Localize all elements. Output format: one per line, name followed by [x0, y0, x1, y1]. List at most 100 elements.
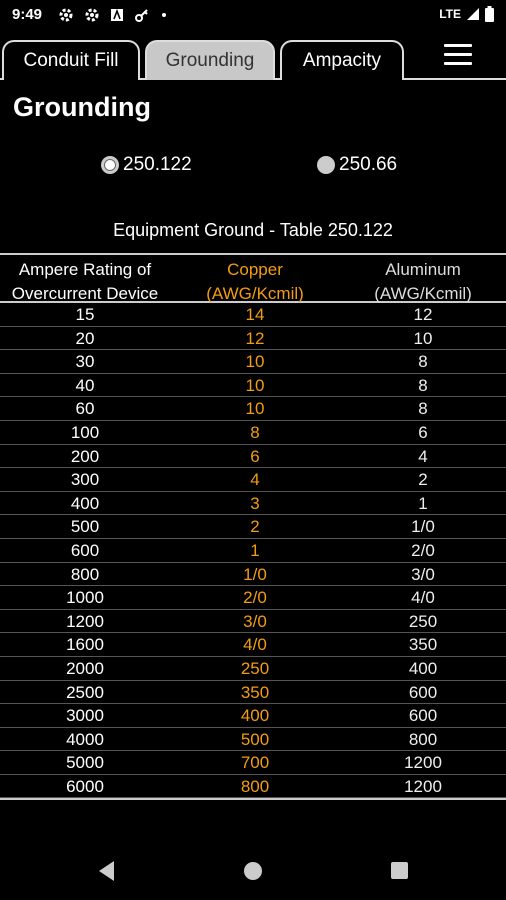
- aluminum-cell: 6: [418, 422, 428, 442]
- copper-cell: 4/0: [243, 635, 267, 655]
- home-icon[interactable]: [244, 862, 262, 880]
- radio-250-122[interactable]: 250.122: [101, 154, 192, 176]
- page-title: Grounding: [13, 92, 151, 122]
- aluminum-cell: 1200: [404, 776, 442, 796]
- copper-cell: 4: [250, 470, 260, 490]
- table-body: 15 14 12 20 12 10 30 10 8 40 10 8 60 10 8 100 8 6 200 6 4 300…: [0, 303, 506, 799]
- radio-label: 250.122: [123, 154, 192, 175]
- copper-cell: 2: [250, 517, 260, 537]
- column-header-aluminum: Aluminum (AWG/Kcmil): [374, 260, 472, 303]
- ampere-cell: 20: [75, 328, 95, 348]
- aluminum-cell: 250: [408, 611, 438, 631]
- aluminum-cell: 8: [418, 399, 428, 419]
- table-row: 15 14 12: [0, 303, 506, 327]
- table-title: Equipment Ground - Table 250.122: [113, 220, 393, 240]
- table-row: 1600 4/0 350: [0, 633, 506, 657]
- copper-cell: 14: [245, 305, 265, 324]
- aluminum-cell: 8: [418, 375, 428, 395]
- signal-icon: [467, 8, 479, 20]
- copper-cell: 8: [250, 422, 260, 442]
- ampere-cell: 30: [75, 352, 95, 372]
- notification-icons: [58, 7, 168, 23]
- copper-cell: 500: [240, 729, 270, 749]
- ampere-cell: 100: [70, 422, 100, 442]
- aluminum-cell: 800: [408, 729, 438, 749]
- ampere-cell: 800: [70, 564, 100, 584]
- copper-cell: 10: [245, 352, 265, 372]
- table-bottom-rule: [0, 798, 506, 801]
- copper-cell: 1/0: [243, 564, 267, 584]
- aluminum-cell: 12: [413, 305, 433, 324]
- table-row: 6000 800 1200: [0, 775, 506, 799]
- aluminum-cell: 2: [418, 470, 428, 490]
- table-row: 500 2 1/0: [0, 515, 506, 539]
- radio-unchecked-icon[interactable]: [317, 156, 335, 174]
- copper-cell: 3/0: [243, 611, 267, 631]
- table-header: Ampere Rating of Overcurrent Device Copp…: [0, 253, 506, 303]
- table-row: 1000 2/0 4/0: [0, 586, 506, 610]
- grounding-table: Ampere Rating of Overcurrent Device Copp…: [0, 253, 506, 801]
- tab-bar: Conduit Fill Grounding Ampacity: [0, 38, 506, 80]
- table-row: 4000 500 800: [0, 728, 506, 752]
- copper-cell: 10: [245, 375, 265, 395]
- column-header-ampere-rating: Ampere Rating of Overcurrent Device: [11, 260, 159, 303]
- table-row: 60 10 8: [0, 397, 506, 421]
- aluminum-cell: 400: [408, 658, 438, 678]
- ampere-cell: 4000: [66, 729, 104, 749]
- table-row: 40 10 8: [0, 374, 506, 398]
- table-row: 800 1/0 3/0: [0, 563, 506, 587]
- ampere-cell: 1200: [66, 611, 104, 631]
- system-nav-bar: [0, 845, 506, 900]
- ampere-cell: 1000: [66, 588, 104, 608]
- ampere-cell: 400: [70, 493, 100, 513]
- copper-cell: 6: [250, 446, 260, 466]
- ampere-cell: 60: [75, 399, 95, 419]
- aluminum-cell: 8: [418, 352, 428, 372]
- copper-cell: 1: [250, 540, 260, 560]
- gear-icon: [85, 8, 99, 22]
- copper-cell: 700: [240, 753, 270, 773]
- gear-icon: [59, 8, 73, 22]
- table-row: 600 1 2/0: [0, 539, 506, 563]
- table-row: 1200 3/0 250: [0, 610, 506, 634]
- table-row: 400 3 1: [0, 492, 506, 516]
- ampere-cell: 300: [70, 470, 100, 490]
- tab-grounding[interactable]: Grounding: [145, 40, 275, 80]
- app-a-icon: [111, 8, 123, 21]
- aluminum-cell: 4: [418, 446, 428, 466]
- aluminum-cell: 2/0: [411, 540, 435, 560]
- radio-250-66[interactable]: 250.66: [317, 154, 397, 176]
- aluminum-cell: 1: [418, 493, 428, 513]
- ampere-cell: 500: [70, 517, 100, 537]
- copper-cell: 400: [240, 706, 270, 726]
- ampere-cell: 40: [75, 375, 95, 395]
- ampere-cell: 2000: [66, 658, 104, 678]
- aluminum-cell: 600: [408, 706, 438, 726]
- tab-conduit-fill[interactable]: Conduit Fill: [2, 40, 140, 80]
- ampere-cell: 15: [75, 305, 95, 324]
- radio-checked-icon[interactable]: [101, 156, 119, 174]
- status-time: 9:49: [12, 6, 43, 23]
- table-row: 2500 350 600: [0, 681, 506, 705]
- key-icon: [135, 9, 148, 22]
- aluminum-cell: 1200: [404, 753, 442, 773]
- copper-cell: 350: [240, 682, 270, 702]
- tab-ampacity[interactable]: Ampacity: [280, 40, 404, 80]
- battery-icon: [485, 6, 494, 22]
- radio-label: 250.66: [339, 154, 398, 175]
- table-row: 2000 250 400: [0, 657, 506, 681]
- recent-apps-icon[interactable]: [391, 862, 408, 879]
- table-row: 100 8 6: [0, 421, 506, 445]
- ampere-cell: 6000: [66, 776, 104, 796]
- table-row: 200 6 4: [0, 445, 506, 469]
- status-bar: 9:49 LTE: [0, 0, 506, 32]
- ampere-cell: 600: [70, 540, 100, 560]
- ampere-cell: 200: [70, 446, 100, 466]
- hamburger-menu-icon[interactable]: [444, 44, 472, 70]
- network-type: LTE: [439, 7, 461, 21]
- ampere-cell: 5000: [66, 753, 104, 773]
- back-icon[interactable]: [97, 860, 115, 882]
- table-row: 30 10 8: [0, 350, 506, 374]
- table-row: 300 4 2: [0, 468, 506, 492]
- table-row: 3000 400 600: [0, 704, 506, 728]
